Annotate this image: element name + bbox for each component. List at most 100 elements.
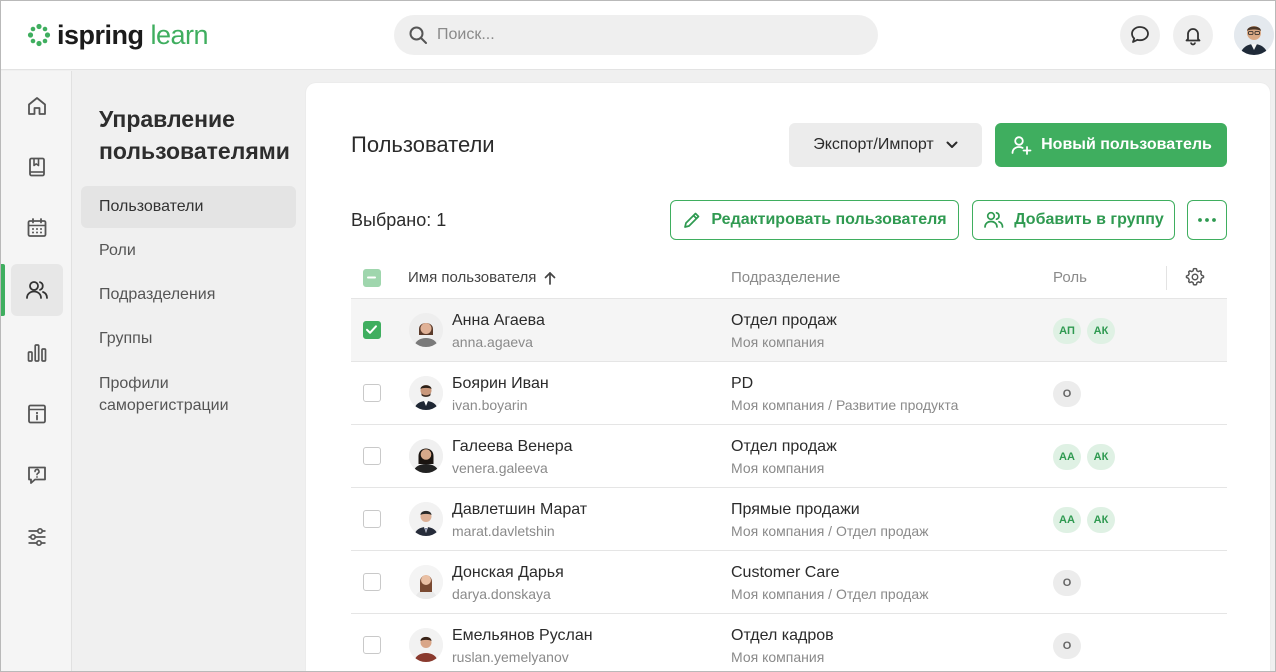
user-login: marat.davletshin — [452, 523, 555, 539]
logo-text-learn: learn — [150, 19, 209, 50]
subnav-item-departments[interactable]: Подразделения — [81, 274, 296, 316]
avatar-portrait-icon — [409, 313, 443, 347]
new-user-button[interactable]: Новый пользователь — [995, 123, 1227, 167]
avatar-portrait-icon — [1234, 15, 1274, 55]
info-icon — [28, 404, 46, 424]
user-department-path: Моя компания — [731, 649, 825, 665]
user-name[interactable]: Давлетшин Марат — [452, 501, 587, 519]
role-badge: О — [1053, 633, 1081, 659]
user-avatar — [409, 313, 443, 347]
table-row[interactable]: Емельянов Руслан ruslan.yemelyanov Отдел… — [351, 614, 1227, 671]
add-to-group-label: Добавить в группу — [1014, 211, 1164, 228]
row-checkbox[interactable] — [363, 321, 381, 339]
user-roles: АА АК — [1053, 444, 1115, 470]
role-badge: О — [1053, 570, 1081, 596]
subnav-title: Управление пользователями — [99, 106, 290, 164]
rail-item-users[interactable] — [11, 264, 63, 316]
user-roles: О — [1053, 381, 1081, 407]
gear-icon — [1185, 267, 1205, 286]
column-header-role[interactable]: Роль — [1053, 269, 1087, 286]
subnav-item-groups[interactable]: Группы — [81, 318, 296, 360]
export-import-button[interactable]: Экспорт/Импорт — [789, 123, 982, 167]
row-checkbox[interactable] — [363, 510, 381, 528]
messages-button[interactable] — [1120, 15, 1160, 55]
export-import-label: Экспорт/Импорт — [813, 136, 934, 153]
subnav-item-roles[interactable]: Роли — [81, 230, 296, 272]
more-actions-button[interactable] — [1187, 200, 1227, 240]
user-login: ivan.boyarin — [452, 397, 528, 413]
user-avatar — [409, 502, 443, 536]
users-group-icon — [984, 211, 1004, 228]
sub-navigation: Управление пользователями Пользователи Р… — [73, 71, 305, 671]
chevron-down-icon — [946, 141, 958, 148]
user-name[interactable]: Галеева Венера — [452, 438, 573, 456]
table-header: Имя пользователя Подразделение Роль — [351, 257, 1227, 299]
rail-item-info[interactable] — [11, 388, 63, 440]
user-name[interactable]: Донская Дарья — [452, 564, 564, 582]
user-avatar — [409, 439, 443, 473]
rail-item-help[interactable] — [11, 449, 63, 501]
search-box[interactable] — [394, 15, 878, 55]
rail-item-reports[interactable] — [11, 327, 63, 379]
user-name[interactable]: Анна Агаева — [452, 312, 545, 330]
role-badge: АА — [1053, 444, 1081, 470]
user-login: venera.galeeva — [452, 460, 548, 476]
rail-item-courses[interactable] — [11, 141, 63, 193]
user-department: Отдел кадров — [731, 627, 834, 644]
current-user-avatar[interactable] — [1234, 15, 1274, 55]
row-checkbox[interactable] — [363, 447, 381, 465]
user-department-path: Моя компания / Отдел продаж — [731, 586, 929, 602]
user-roles: О — [1053, 570, 1081, 596]
calendar-icon — [27, 218, 47, 237]
icon-rail — [1, 71, 72, 671]
subnav-item-self-registration[interactable]: Профили саморегистрации — [81, 372, 296, 418]
user-login: anna.agaeva — [452, 334, 533, 350]
top-bar: ispring learn — [1, 1, 1275, 70]
role-badge: АК — [1087, 507, 1115, 533]
row-checkbox[interactable] — [363, 636, 381, 654]
user-plus-icon — [1011, 136, 1032, 155]
logo-mark-icon — [27, 23, 51, 47]
rail-item-calendar[interactable] — [11, 202, 63, 254]
column-name-label: Имя пользователя — [408, 269, 537, 286]
table-row[interactable]: Боярин Иван ivan.boyarin PD Моя компания… — [351, 362, 1227, 425]
table-row[interactable]: Анна Агаева anna.agaeva Отдел продаж Моя… — [351, 299, 1227, 362]
search-input[interactable] — [437, 26, 857, 44]
logo-text-ispring: ispring — [57, 19, 144, 50]
row-checkbox[interactable] — [363, 384, 381, 402]
user-login: ruslan.yemelyanov — [452, 649, 569, 665]
column-header-department[interactable]: Подразделение — [731, 269, 840, 286]
table-row[interactable]: Галеева Венера venera.galeeva Отдел прод… — [351, 425, 1227, 488]
column-header-name[interactable]: Имя пользователя — [408, 269, 556, 286]
bar-chart-icon — [27, 344, 47, 362]
user-department: Отдел продаж — [731, 438, 837, 455]
rail-active-indicator — [1, 264, 5, 316]
user-name[interactable]: Боярин Иван — [452, 375, 549, 393]
pencil-icon — [684, 212, 700, 228]
add-to-group-button[interactable]: Добавить в группу — [972, 200, 1175, 240]
more-dots-icon — [1198, 218, 1216, 222]
chat-bubble-icon — [1131, 26, 1149, 43]
role-badge: АП — [1053, 318, 1081, 344]
table-row[interactable]: Давлетшин Марат marat.davletshin Прямые … — [351, 488, 1227, 551]
header-separator — [1166, 266, 1167, 290]
minus-icon — [367, 276, 376, 279]
avatar-portrait-icon — [409, 439, 443, 473]
user-name[interactable]: Емельянов Руслан — [452, 627, 593, 645]
row-checkbox[interactable] — [363, 573, 381, 591]
rail-item-home[interactable] — [11, 80, 63, 132]
users-icon — [26, 281, 48, 299]
logo[interactable]: ispring learn — [27, 19, 209, 51]
select-all-checkbox[interactable] — [363, 269, 381, 287]
column-settings-button[interactable] — [1184, 266, 1206, 293]
sliders-icon — [28, 527, 46, 547]
edit-user-label: Редактировать пользователя — [711, 211, 947, 228]
edit-user-button[interactable]: Редактировать пользователя — [670, 200, 959, 240]
user-roles: О — [1053, 633, 1081, 659]
user-roles: АП АК — [1053, 318, 1115, 344]
rail-item-settings[interactable] — [11, 511, 63, 563]
subnav-item-users[interactable]: Пользователи — [81, 186, 296, 228]
table-row[interactable]: Донская Дарья darya.donskaya Customer Ca… — [351, 551, 1227, 614]
role-badge: АК — [1087, 318, 1115, 344]
notifications-button[interactable] — [1173, 15, 1213, 55]
